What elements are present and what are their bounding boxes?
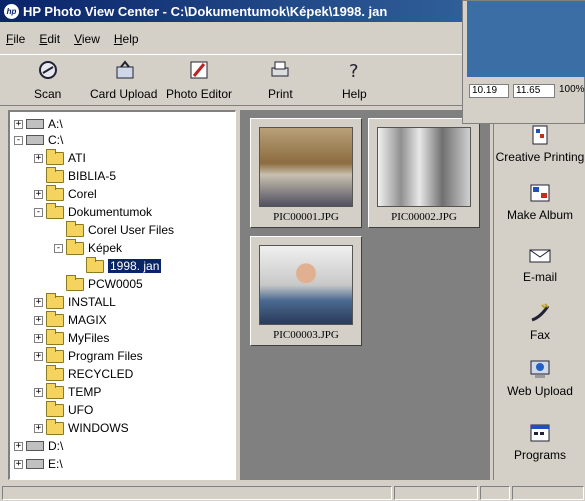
tree-item[interactable]: - Dokumentumok [34, 202, 152, 220]
creative-printing-icon [532, 125, 548, 145]
status-panel [480, 486, 510, 500]
tree-item[interactable]: PCW0005 [66, 274, 143, 292]
folder-icon [46, 328, 64, 345]
menu-view[interactable]: View [74, 32, 100, 52]
status-bar [0, 486, 585, 501]
cd-drive-icon [26, 459, 44, 469]
thumbnail[interactable]: PIC00001.JPG [250, 118, 362, 228]
programs-icon [530, 424, 550, 442]
web-upload-icon [530, 360, 550, 378]
svg-text:?: ? [349, 61, 359, 81]
programs-button[interactable]: Programs [494, 422, 585, 462]
scan-button[interactable]: Scan [34, 59, 61, 101]
folder-tree[interactable]: + A:\ - C:\ + ATI BIBLIA-5 + Corel - Dokument… [8, 110, 236, 480]
menu-file[interactable]: File [6, 32, 25, 52]
thumbnail[interactable]: PIC00002.JPG [368, 118, 480, 228]
tree-item[interactable]: + Corel [34, 184, 97, 202]
tree-item-selected[interactable]: 1998. jan [86, 256, 162, 274]
task-sidebar: Creative Printing Make Album E-mail Fax … [493, 110, 585, 480]
coord-field-2: 11.65 [513, 84, 555, 98]
photo-thumbnail-image [259, 127, 353, 207]
tree-item[interactable]: Corel User Files [66, 220, 174, 238]
card-upload-button[interactable]: Card Upload [90, 59, 157, 101]
make-album-icon [530, 184, 550, 202]
email-button[interactable]: E-mail [494, 244, 585, 284]
photo-thumbnail-image [377, 127, 471, 207]
status-panel [394, 486, 478, 500]
folder-icon [66, 220, 84, 237]
hp-logo-icon: hp [4, 3, 19, 19]
coord-field-1: 10.19 [469, 84, 509, 98]
tree-item[interactable]: + MyFiles [34, 328, 109, 346]
tree-item[interactable]: + WINDOWS [34, 418, 129, 436]
folder-icon [46, 148, 64, 165]
folder-icon [46, 202, 64, 219]
printer-icon [271, 61, 289, 77]
folder-icon [46, 166, 64, 183]
print-button[interactable]: Print [268, 59, 293, 101]
tree-item[interactable]: - C:\ [14, 132, 63, 148]
tree-item[interactable]: + ATI [34, 148, 86, 166]
tree-item[interactable]: + D:\ [14, 438, 63, 454]
photo-editor-button[interactable]: Photo Editor [166, 59, 232, 101]
window-title: HP Photo View Center - C:\Dokumentumok\K… [23, 3, 388, 19]
tree-item[interactable]: UFO [46, 400, 93, 418]
floppy-drive-icon [26, 119, 44, 129]
email-icon [529, 249, 551, 263]
tree-item[interactable]: + Program Files [34, 346, 143, 364]
status-panel [2, 486, 392, 500]
fax-button[interactable]: Fax [494, 302, 585, 342]
preview-area [467, 1, 585, 77]
card-upload-icon [116, 60, 134, 79]
hard-drive-icon [26, 135, 44, 145]
make-album-button[interactable]: Make Album [494, 182, 585, 222]
folder-icon [46, 310, 64, 327]
tree-item[interactable]: RECYCLED [46, 364, 133, 382]
tree-item[interactable]: + MAGIX [34, 310, 107, 328]
folder-icon [46, 364, 64, 381]
web-upload-button[interactable]: Web Upload [494, 358, 585, 398]
tree-item[interactable]: - Képek [54, 238, 122, 256]
folder-icon [66, 274, 84, 291]
thumbnail[interactable]: PIC00003.JPG [250, 236, 362, 346]
hard-drive-icon [26, 441, 44, 451]
folder-icon [46, 292, 64, 309]
folder-icon [46, 346, 64, 363]
folder-icon [46, 184, 64, 201]
help-icon: ? [349, 61, 359, 81]
folder-icon [46, 400, 64, 417]
folder-icon [66, 238, 84, 255]
overlapping-window[interactable]: 10.19 11.65 100% [462, 0, 585, 124]
tree-item[interactable]: + TEMP [34, 382, 101, 400]
photo-thumbnail-image [259, 245, 353, 325]
folder-icon [46, 418, 64, 435]
tree-item[interactable]: + A:\ [14, 116, 63, 132]
tree-item[interactable]: BIBLIA-5 [46, 166, 116, 184]
menu-help[interactable]: Help [114, 32, 139, 52]
status-panel [512, 486, 584, 500]
thumbnail-pane[interactable]: PIC00001.JPG PIC00002.JPG PIC00003.JPG [240, 110, 490, 480]
zoom-level: 100% [559, 84, 585, 95]
photo-editor-icon [190, 61, 208, 79]
creative-printing-button[interactable]: Creative Printing [494, 124, 585, 164]
tree-item[interactable]: + E:\ [14, 456, 63, 472]
fax-icon [531, 303, 550, 322]
menu-bar: File Edit View Help [0, 32, 139, 52]
help-button[interactable]: ? Help [342, 59, 367, 101]
folder-icon [46, 382, 64, 399]
scanner-icon [38, 61, 57, 79]
tree-item[interactable]: + INSTALL [34, 292, 116, 310]
menu-edit[interactable]: Edit [39, 32, 60, 52]
open-folder-icon [86, 256, 104, 273]
